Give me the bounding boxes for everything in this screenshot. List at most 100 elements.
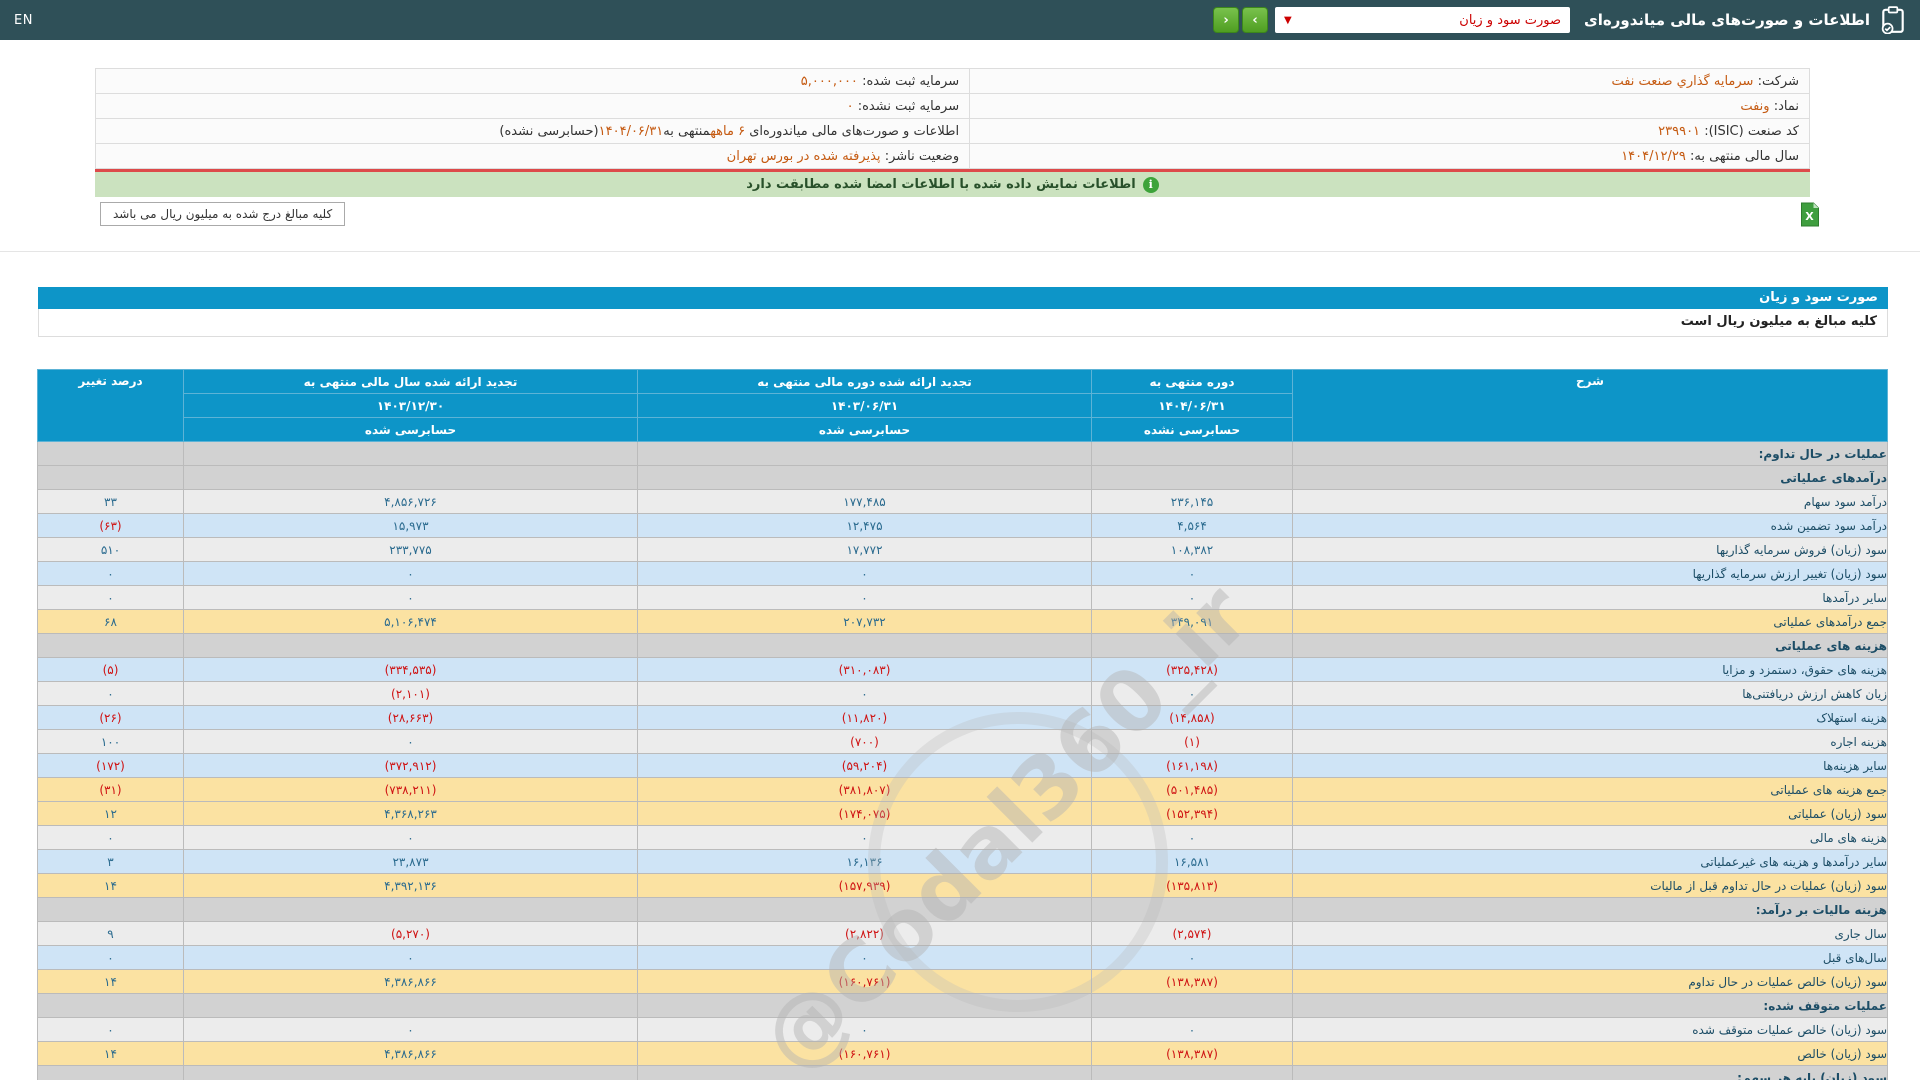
- table-row: هزینه استهلاک (۱۴,۸۵۸) (۱۱,۸۲۰) (۲۸,۶۶۳) (۲۶…: [37, 705, 1888, 730]
- row-value: ۴,۳۶۸,۲۶۳: [183, 801, 638, 826]
- row-value: ۱۴: [37, 1041, 184, 1066]
- row-value: [637, 897, 1092, 922]
- row-value: ۴,۸۵۶,۷۲۶: [183, 489, 638, 514]
- next-statement-button[interactable]: ›: [1242, 7, 1269, 33]
- section-row: عملیات متوقف شده:: [37, 993, 1888, 1018]
- top-bar: اطلاعات و صورت‌های مالی میاندوره‌ای صورت…: [0, 0, 1920, 40]
- row-value: [637, 633, 1092, 658]
- symbol-value: ونفت: [1740, 98, 1770, 114]
- header-restated-period-audit: حسابرسی شده: [637, 417, 1092, 442]
- row-value: ۰: [1091, 561, 1293, 586]
- row-label: درآمد سود سهام: [1292, 489, 1888, 514]
- row-value: ۱۲: [37, 801, 184, 826]
- info-row-fiscal-year: سال مالی منتهی به: ۱۴۰۴/۱۲/۲۹ وضعیت ناشر…: [94, 143, 1810, 169]
- row-value: (۱۷۲): [37, 753, 184, 778]
- language-toggle-link[interactable]: EN: [14, 13, 33, 28]
- row-value: [37, 633, 184, 658]
- row-value: ۰: [37, 681, 184, 706]
- row-value: [183, 897, 638, 922]
- header-period-audit: حسابرسی نشده: [1091, 417, 1293, 442]
- row-value: ۳۴۹,۰۹۱: [1091, 609, 1293, 634]
- statement-select[interactable]: صورت سود و زیان ▼: [1275, 7, 1571, 33]
- row-value: ۰: [183, 729, 638, 754]
- row-value: (۳۸۱,۸۰۷): [637, 777, 1092, 802]
- row-label: سایر درآمدها و هزینه های غیرعملیاتی: [1292, 849, 1888, 874]
- table-row: سایر درآمدها ۰ ۰ ۰ ۰: [37, 585, 1888, 610]
- row-label: سود (زیان) پایه هر سهم:: [1292, 1065, 1888, 1080]
- row-value: ۱۴: [37, 873, 184, 898]
- row-value: (۱۵۷,۹۳۹): [637, 873, 1092, 898]
- row-value: ۱۴: [37, 969, 184, 994]
- row-value: [1091, 441, 1293, 466]
- row-value: [183, 993, 638, 1018]
- row-value: (۲۸,۶۶۳): [183, 705, 638, 730]
- row-value: ۱۷۷,۴۸۵: [637, 489, 1092, 514]
- fiscal-year-value: ۱۴۰۴/۱۲/۲۹: [1621, 148, 1686, 164]
- row-value: ۰: [37, 585, 184, 610]
- table-row: سایر درآمدها و هزینه های غیرعملیاتی ۱۶,۵۸…: [37, 849, 1888, 874]
- row-value: ۱۵,۹۷۳: [183, 513, 638, 538]
- row-value: (۵): [37, 657, 184, 682]
- unit-note-box: کلیه مبالغ درج شده به میلیون ریال می باش…: [100, 202, 346, 226]
- row-value: (۱۱,۸۲۰): [637, 705, 1092, 730]
- row-value: ۰: [1091, 945, 1293, 970]
- signature-notice-bar: i اطلاعات نمایش داده شده با اطلاعات امضا…: [95, 172, 1810, 197]
- previous-statement-button[interactable]: ‹: [1213, 7, 1240, 33]
- row-value: (۱۴,۸۵۸): [1091, 705, 1293, 730]
- table-row: سال‌های قبل ۰ ۰ ۰ ۰: [37, 945, 1888, 970]
- row-value: [1091, 1065, 1293, 1080]
- row-value: [1091, 897, 1293, 922]
- row-value: ۳۳: [37, 489, 184, 514]
- row-value: [37, 897, 184, 922]
- row-label: هزینه مالیات بر درآمد:: [1292, 897, 1888, 922]
- row-value: ۰: [637, 825, 1092, 850]
- row-value: ۲۳۶,۱۴۵: [1091, 489, 1293, 514]
- row-value: ۰: [1091, 825, 1293, 850]
- row-value: ۰: [637, 1017, 1092, 1042]
- header-restated-year-audit: حسابرسی شده: [183, 417, 638, 442]
- row-label: هزینه های حقوق، دستمزد و مزایا: [1292, 657, 1888, 682]
- row-value: ۰: [37, 561, 184, 586]
- row-label: هزینه استهلاک: [1292, 705, 1888, 730]
- row-value: (۵۰۱,۴۸۵): [1091, 777, 1293, 802]
- row-value: ۰: [637, 945, 1092, 970]
- row-label: سود (زیان) تغییر ارزش سرمایه گذاریها: [1292, 561, 1888, 586]
- row-label: درآمد سود تضمین شده: [1292, 513, 1888, 538]
- row-label: جمع هزینه های عملیاتی: [1292, 777, 1888, 802]
- page-title: اطلاعات و صورت‌های مالی میاندوره‌ای: [1584, 11, 1870, 29]
- row-value: (۲,۵۷۴): [1091, 921, 1293, 946]
- company-name-value: سرمایه گذاري صنعت نفت: [1611, 73, 1754, 89]
- table-row: سود (زیان) خالص عملیات متوقف شده ۰ ۰ ۰ ۰: [37, 1017, 1888, 1042]
- row-value: [637, 465, 1092, 490]
- row-value: (۳۲۵,۴۲۸): [1091, 657, 1293, 682]
- table-row: درآمد سود تضمین شده ۴,۵۶۴ ۱۲,۴۷۵ ۱۵,۹۷۳ (۶۳): [37, 513, 1888, 538]
- row-value: ۶۸: [37, 609, 184, 634]
- row-value: [183, 633, 638, 658]
- isic-label: کد صنعت (ISIC):: [1704, 123, 1799, 139]
- export-excel-button[interactable]: X: [1800, 202, 1820, 227]
- row-value: ۴,۵۶۴: [1091, 513, 1293, 538]
- row-label: زیان کاهش ارزش دریافتنی‌ها: [1292, 681, 1888, 706]
- row-value: (۶۳): [37, 513, 184, 538]
- row-value: (۱): [1091, 729, 1293, 754]
- row-value: (۳۷۲,۹۱۲): [183, 753, 638, 778]
- statement-title-band: صورت سود و زیان: [38, 287, 1888, 309]
- table-row: سود (زیان) عملیات در حال تداوم قبل از ما…: [37, 873, 1888, 898]
- row-value: ۰: [1091, 681, 1293, 706]
- table-row: درآمد سود سهام ۲۳۶,۱۴۵ ۱۷۷,۴۸۵ ۴,۸۵۶,۷۲۶ ۳۳: [37, 489, 1888, 514]
- row-value: (۱۳۸,۳۸۷): [1091, 969, 1293, 994]
- section-row: درآمدهای عملیاتی: [37, 465, 1888, 490]
- row-value: (۳۱۰,۰۸۳): [637, 657, 1092, 682]
- info-row-company: شرکت: سرمایه گذاري صنعت نفت سرمایه ثبت ش…: [94, 68, 1810, 94]
- row-value: ۰: [183, 1017, 638, 1042]
- row-value: (۱۵۲,۳۹۴): [1091, 801, 1293, 826]
- row-value: ۰: [183, 945, 638, 970]
- section-row: عملیات در حال تداوم:: [37, 441, 1888, 466]
- row-value: ۵۱۰: [37, 537, 184, 562]
- table-row: هزینه اجاره (۱) (۷۰۰) ۰ ۱۰۰: [37, 729, 1888, 754]
- table-row: سود (زیان) فروش سرمایه گذاریها ۱۰۸,۳۸۲ ۱۷,…: [37, 537, 1888, 562]
- fiscal-year-label: سال مالی منتهی به:: [1689, 148, 1799, 164]
- row-value: ۱۶,۱۳۶: [637, 849, 1092, 874]
- table-row: هزینه های مالی ۰ ۰ ۰ ۰: [37, 825, 1888, 850]
- company-label: شرکت:: [1757, 73, 1799, 89]
